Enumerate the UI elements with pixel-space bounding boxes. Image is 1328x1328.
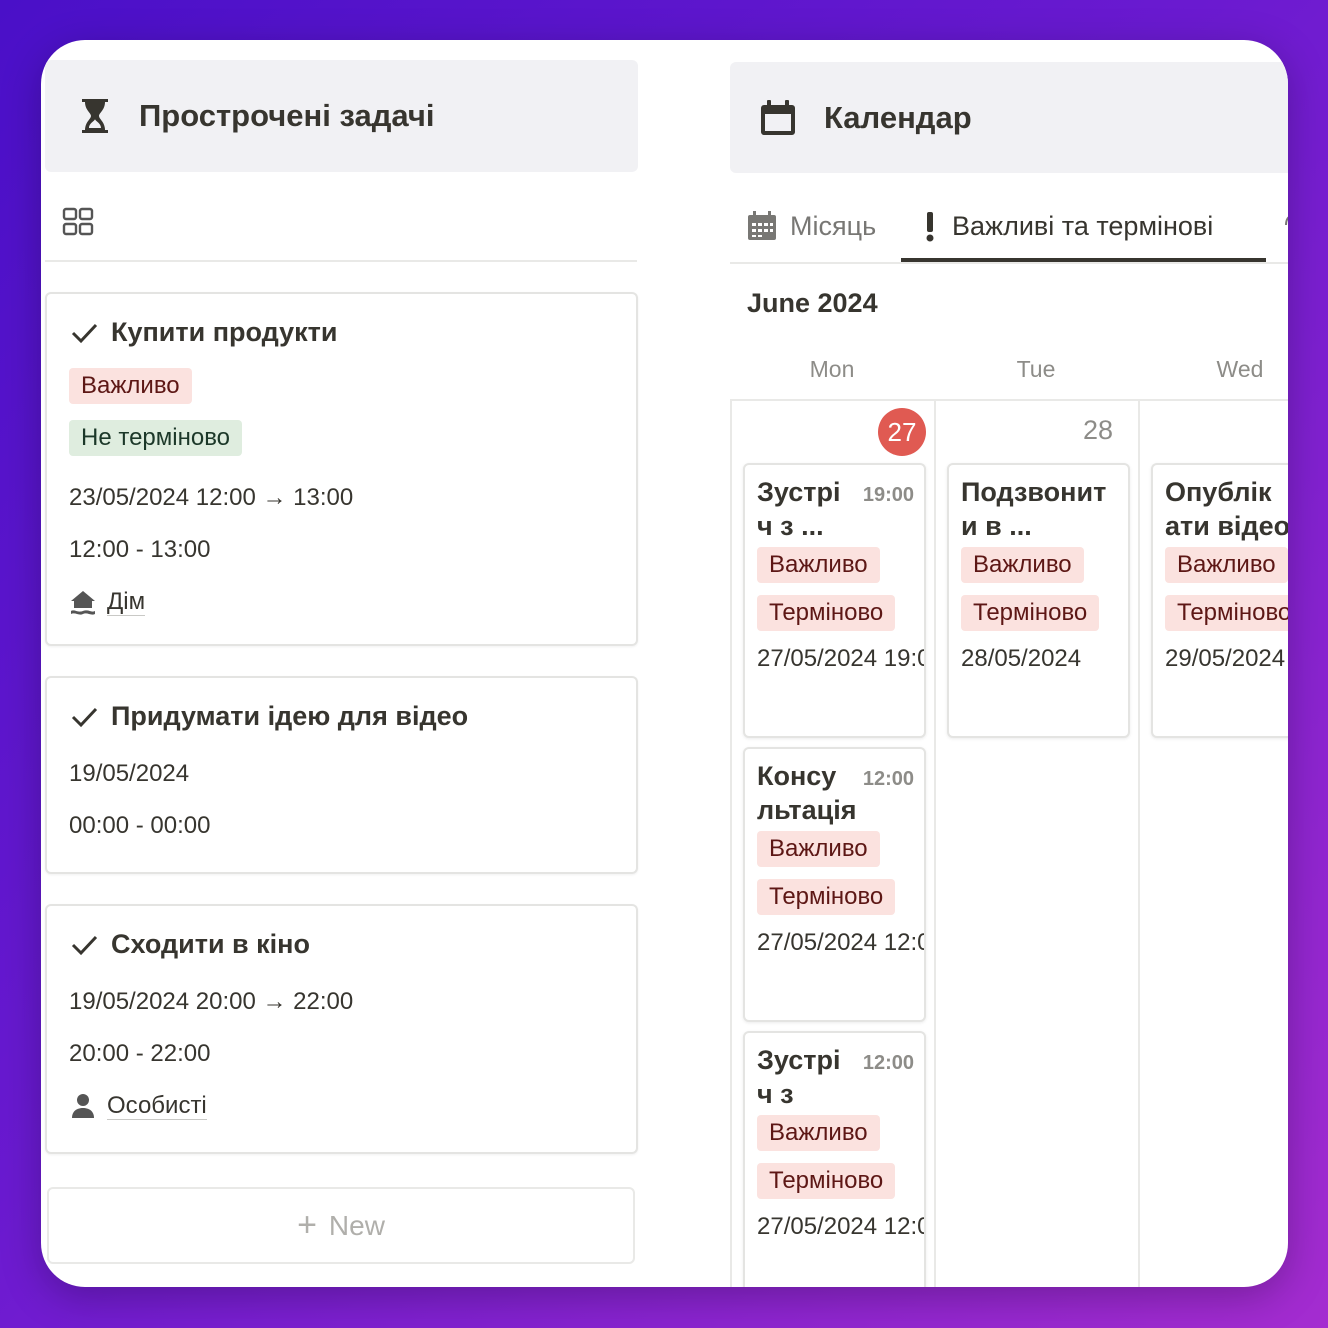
event-date: 29/05/2024	[1165, 645, 1286, 672]
task-time: 20:00 - 22:00	[69, 1040, 211, 1067]
gallery-grid-icon[interactable]	[62, 207, 94, 237]
calendar-event[interactable]: Подзвонит и в ... Важливо Терміново 28/0…	[947, 463, 1130, 738]
task-date: 19/05/2024	[69, 760, 190, 787]
person-icon	[72, 1094, 94, 1118]
event-date: 27/05/2024 12:00	[757, 929, 926, 956]
hourglass-icon	[77, 96, 113, 136]
exclamation-icon	[926, 212, 934, 242]
event-title: Зустрі ч з ...	[757, 477, 841, 541]
check-icon	[71, 323, 98, 344]
calendar-event[interactable]: Зустрі ч з Іваном 12:00 Важливо Термінов…	[743, 1031, 926, 1287]
tab-important-urgent-label: Важливі та термінові	[952, 210, 1214, 241]
relation-label: Особисті	[107, 1091, 207, 1120]
new-task-button[interactable]: + New	[47, 1187, 635, 1264]
relation-link[interactable]: Особисті	[69, 1080, 636, 1132]
tag-urgent: Терміново	[757, 595, 896, 631]
tag-urgent: Терміново	[757, 1163, 896, 1199]
calendar-grid: 27 28 Зустрі ч з ... 19:00 Важливо Термі…	[730, 399, 1288, 1287]
event-date: 27/05/2024 19:00	[757, 645, 926, 672]
check-icon	[71, 935, 98, 956]
relation-label: Дім	[107, 587, 146, 616]
calendar-header: Календар	[730, 62, 1288, 173]
plus-icon: +	[297, 1206, 317, 1244]
calendar-event[interactable]: Зустрі ч з ... 19:00 Важливо Терміново 2…	[743, 463, 926, 738]
tag-important: Важливо	[757, 1115, 880, 1151]
weekday-wed: Wed	[1216, 356, 1264, 382]
overdue-header: Прострочені задачі	[45, 60, 638, 172]
grid-divider	[730, 401, 732, 1287]
event-time: 12:00	[862, 768, 914, 790]
event-date: 28/05/2024	[961, 645, 1082, 672]
calendar-tabs: Місяць Важливі та термінові	[730, 190, 1288, 264]
month-title: June 2024	[747, 288, 878, 318]
calendar-event[interactable]: Консу льтація 12:00 Важливо Терміново 27…	[743, 747, 926, 1022]
overdue-title: Прострочені задачі	[139, 98, 435, 133]
tab-month-label: Місяць	[790, 210, 877, 241]
app-window: Прострочені задачі Купити продукти Важли…	[41, 40, 1288, 1287]
grid-divider	[934, 401, 936, 1287]
task-title: Сходити в кіно	[111, 928, 310, 959]
event-title: Консу льтація	[757, 761, 857, 825]
view-bar	[45, 190, 637, 262]
weekday-mon: Mon	[809, 356, 855, 382]
more-tabs-icon[interactable]	[1282, 214, 1288, 236]
weekday-tue: Tue	[1016, 356, 1056, 382]
tag-important: Важливо	[1165, 547, 1288, 583]
calendar-grid-icon	[748, 211, 776, 240]
calendar-event[interactable]: Опублік ати відео Важливо Терміново 29/0…	[1151, 463, 1288, 738]
grid-divider	[1138, 401, 1140, 1287]
tag-urgent: Терміново	[961, 595, 1100, 631]
task-date: 23/05/2024 12:00 → 13:00	[69, 484, 354, 511]
calendar-title: Календар	[824, 99, 972, 135]
task-date: 19/05/2024 20:00 → 22:00	[69, 988, 354, 1015]
task-title: Купити продукти	[111, 316, 338, 347]
check-icon	[71, 707, 98, 728]
event-time: 19:00	[862, 484, 914, 506]
event-time: 12:00	[862, 1052, 914, 1074]
active-tab-indicator	[901, 258, 1266, 262]
task-title: Придумати ідею для відео	[111, 700, 469, 731]
tab-important-urgent[interactable]: Важливі та термінові	[920, 204, 1213, 248]
tag-not-urgent: Не терміново	[69, 420, 243, 456]
event-title: Опублік ати відео	[1165, 477, 1288, 541]
tag-important: Важливо	[757, 547, 880, 583]
new-label: New	[328, 1209, 385, 1241]
task-time: 12:00 - 13:00	[69, 536, 211, 563]
task-card[interactable]: Придумати ідею для відео 19/05/2024 00:0…	[45, 676, 638, 874]
day-number: 28	[1083, 415, 1114, 445]
event-title: Подзвонит и в ...	[961, 477, 1107, 541]
event-date: 27/05/2024 12:00	[757, 1213, 926, 1240]
task-card[interactable]: Сходити в кіно 19/05/2024 20:00 → 22:00 …	[45, 904, 638, 1154]
tag-urgent: Терміново	[1165, 595, 1288, 631]
calendar-icon	[761, 99, 795, 135]
task-time: 00:00 - 00:00	[69, 812, 211, 839]
house-icon	[71, 591, 95, 615]
tab-month[interactable]: Місяць	[746, 204, 876, 248]
tag-important: Важливо	[757, 831, 880, 867]
relation-link[interactable]: Дім	[69, 576, 636, 628]
today-badge: 27	[878, 408, 926, 456]
tag-important: Важливо	[961, 547, 1084, 583]
tag-urgent: Терміново	[757, 879, 896, 915]
tag-important: Важливо	[69, 368, 192, 404]
task-card[interactable]: Купити продукти Важливо Не терміново 23/…	[45, 292, 638, 646]
